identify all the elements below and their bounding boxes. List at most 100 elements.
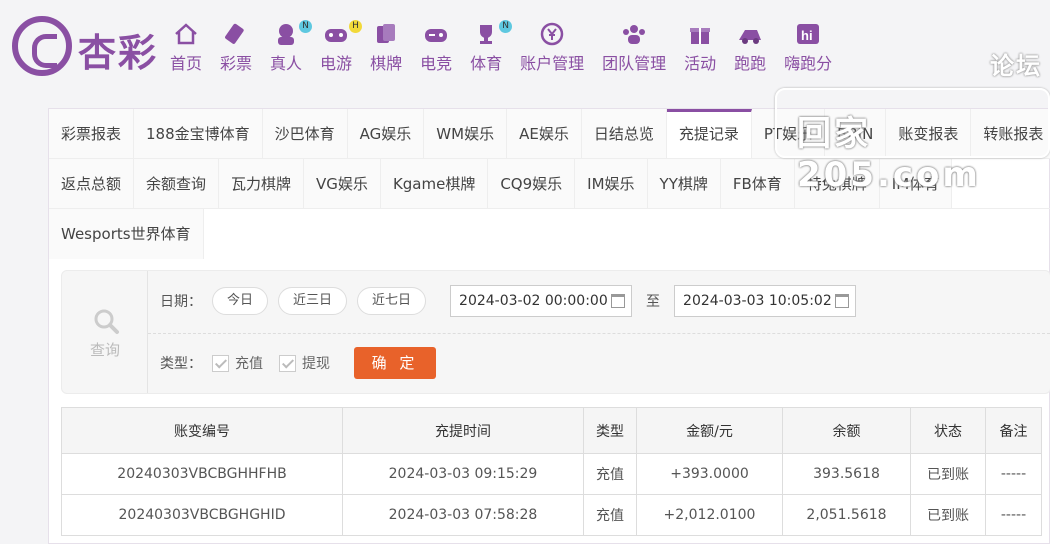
column-header: 充提时间 <box>342 407 584 454</box>
table-header-row: 账变编号 充提时间 类型 金额/元 余额 状态 备注 <box>61 407 1042 454</box>
tab-row1-3[interactable]: AG娱乐 <box>347 109 425 158</box>
race-icon <box>739 30 762 44</box>
tab-row2-8[interactable]: FB体育 <box>720 159 795 208</box>
tab-row2-6[interactable]: IM娱乐 <box>575 159 648 208</box>
yuan-coin-icon <box>540 22 564 46</box>
nav-item-1[interactable]: 彩票 <box>220 22 252 74</box>
tab-row1-4[interactable]: WM娱乐 <box>424 109 508 158</box>
nav-item-5[interactable]: 电竞 <box>420 22 452 74</box>
type-withdraw-checkbox[interactable]: 提现 <box>279 353 330 373</box>
query-box[interactable]: 查询 <box>62 271 148 393</box>
end-date-input[interactable]: 2024-03-03 10:05:02 <box>674 285 857 317</box>
nav-label: 棋牌 <box>370 54 403 73</box>
nav-item-4[interactable]: 棋牌 <box>370 22 402 74</box>
nav-label: 彩票 <box>220 54 253 73</box>
nav-item-8[interactable]: 团队管理 <box>602 22 666 74</box>
nav-label: 真人 <box>270 54 303 73</box>
range-3days-button[interactable]: 近三日 <box>278 287 348 315</box>
tab-row2-3[interactable]: VG娱乐 <box>304 159 381 208</box>
table-cell: +393.0000 <box>636 453 783 495</box>
team-icon <box>623 25 646 44</box>
filter-panel: 查询 日期： 今日 近三日 近七日 2024-03-02 00:00:00 至 … <box>61 270 1050 394</box>
column-header: 类型 <box>583 407 637 454</box>
table-cell: 2,051.5618 <box>782 494 911 536</box>
type-filter-row: 类型： 充值 提现 确 定 <box>160 347 436 379</box>
table-row: 20240303VBCBGHGHID 2024-03-03 07:58:28 充值 +… <box>61 494 1042 536</box>
nav-item-0[interactable]: 首页 <box>170 22 202 74</box>
gamepad-icon <box>325 29 348 42</box>
column-header: 金额/元 <box>636 407 783 454</box>
table-cell: +2,012.0100 <box>636 494 783 536</box>
tab-row1-0[interactable]: 彩票报表 <box>49 109 135 158</box>
tab-row2-0[interactable]: 返点总额 <box>49 159 135 208</box>
gift-icon <box>690 28 711 44</box>
calendar-icon[interactable] <box>835 294 850 308</box>
nav-label: 团队管理 <box>602 54 667 73</box>
column-header: 账变编号 <box>61 407 343 454</box>
table-cell: 已到账 <box>910 453 986 495</box>
filter-divider <box>148 333 1050 334</box>
type-withdraw-label: 提现 <box>302 356 330 372</box>
nav-item-6[interactable]: N 体育 <box>470 20 513 74</box>
main-nav: 首页 彩票 N 真人 H 电游 棋牌 电竞 N 体育 账户管理 团队管理 活动 跑跑 hi 嗨跑分 <box>170 20 850 74</box>
tab-row1-2[interactable]: 沙巴体育 <box>262 109 348 158</box>
tab-row1-6[interactable]: 日结总览 <box>581 109 667 158</box>
nav-label: 嗨跑分 <box>784 54 833 73</box>
date-label: 日期： <box>160 294 202 310</box>
brand-logo[interactable]: 杏彩 <box>12 12 167 78</box>
nav-item-3[interactable]: H 电游 <box>320 20 363 74</box>
tab-row1-7[interactable]: 充提记录 <box>666 109 752 158</box>
confirm-button[interactable]: 确 定 <box>354 347 436 379</box>
table-cell: 20240303VBCBGHGHID <box>61 494 343 536</box>
calendar-icon[interactable] <box>611 294 626 308</box>
type-deposit-checkbox[interactable]: 充值 <box>212 353 263 373</box>
nav-item-2[interactable]: N 真人 <box>270 20 313 74</box>
tab-row2-2[interactable]: 瓦力棋牌 <box>219 159 305 208</box>
esports-controller-icon <box>425 29 448 42</box>
hi-icon: hi <box>797 24 820 44</box>
table-cell: 393.5618 <box>782 453 911 495</box>
tab-row2-4[interactable]: Kgame棋牌 <box>380 159 489 208</box>
column-header: 备注 <box>985 407 1042 454</box>
tab-row2-5[interactable]: CQ9娱乐 <box>488 159 576 208</box>
nav-badge: H <box>349 20 363 33</box>
type-deposit-label: 充值 <box>235 356 263 372</box>
tab-row-3: Wesports世界体育 <box>49 209 1050 259</box>
nav-item-11[interactable]: hi 嗨跑分 <box>784 22 832 74</box>
tab-row2-7[interactable]: YY棋牌 <box>647 159 721 208</box>
nav-label: 体育 <box>470 54 503 73</box>
table-body: 20240303VBCBGHHFHB 2024-03-03 09:15:29 充值 +… <box>61 453 1042 536</box>
column-header: 余额 <box>782 407 911 454</box>
tab-row1-5[interactable]: AE娱乐 <box>507 109 582 158</box>
search-icon <box>94 309 119 334</box>
nav-item-10[interactable]: 跑跑 <box>734 22 766 74</box>
range-today-button[interactable]: 今日 <box>212 287 269 315</box>
table-cell: 已到账 <box>910 494 986 536</box>
checkbox-icon <box>212 354 229 372</box>
lottery-ticket-icon <box>225 23 244 44</box>
nav-label: 电竞 <box>420 54 453 73</box>
query-label: 查询 <box>89 341 120 359</box>
svg-text:hi: hi <box>801 28 813 43</box>
to-label: 至 <box>646 294 661 310</box>
start-date-input[interactable]: 2024-03-02 00:00:00 <box>450 285 633 317</box>
table-cell: 2024-03-03 07:58:28 <box>342 494 584 536</box>
nav-item-9[interactable]: 活动 <box>684 22 716 74</box>
tab-row2-1[interactable]: 余额查询 <box>134 159 220 208</box>
tab-row3-0[interactable]: Wesports世界体育 <box>49 209 204 259</box>
transactions-table: 账变编号 充提时间 类型 金额/元 余额 状态 备注 20240303VBCBGHHFHB 2… <box>61 407 1042 536</box>
type-label: 类型： <box>160 356 202 372</box>
table-cell: 充值 <box>583 453 637 495</box>
brand-name: 杏彩 <box>78 31 159 75</box>
nav-label: 账户管理 <box>520 54 585 73</box>
range-7days-button[interactable]: 近七日 <box>357 287 427 315</box>
tab-row1-1[interactable]: 188金宝博体育 <box>134 109 263 158</box>
watermark-stamp: 回家205.com <box>775 88 1050 195</box>
top-navigation-bar: 杏彩 首页 彩票 N 真人 H 电游 棋牌 电竞 N 体育 账户管理 团队管理 活动 跑跑 hi 嗨跑分 论坛 <box>0 0 1050 100</box>
start-date-value: 2024-03-02 00:00:00 <box>459 293 608 309</box>
live-dealer-icon <box>278 24 295 45</box>
table-cell: ----- <box>985 453 1042 495</box>
table-row: 20240303VBCBGHHFHB 2024-03-03 09:15:29 充值 +… <box>61 453 1042 495</box>
home-icon <box>175 23 197 45</box>
nav-item-7[interactable]: 账户管理 <box>520 22 584 74</box>
